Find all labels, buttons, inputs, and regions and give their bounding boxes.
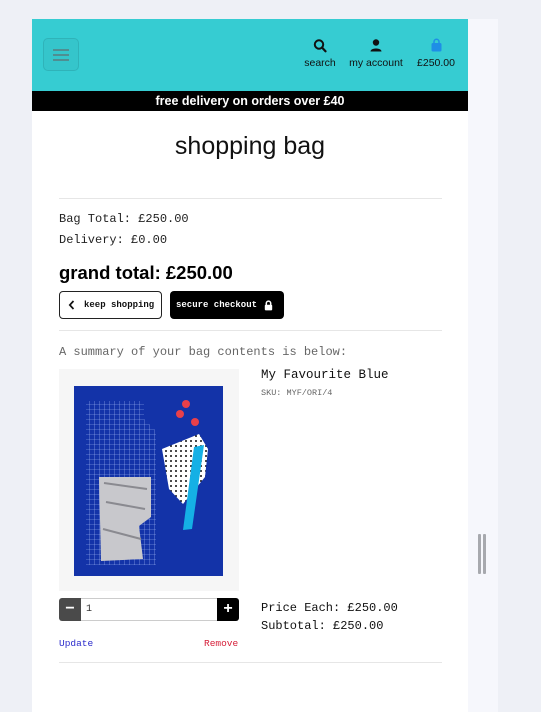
bag-summary-text: A summary of your bag contents is below: [59,345,348,359]
grand-total: grand total: £250.00 [59,262,233,283]
bag-totals: Bag Total: £250.00 Delivery: £0.00 [59,209,189,251]
quantity-stepper: − 1 + [59,598,239,621]
divider [59,662,442,663]
secure-checkout-button[interactable]: secure checkout [170,291,284,319]
update-link[interactable]: Update [59,638,93,649]
remove-link[interactable]: Remove [204,638,238,649]
product-sku: SKU: MYF/ORI/4 [261,388,333,398]
keep-shopping-label: keep shopping [84,300,155,310]
product-name: My Favourite Blue [261,368,389,382]
search-link[interactable]: search [304,38,336,69]
search-label: search [304,57,336,69]
product-image[interactable] [59,369,239,591]
right-pane [468,19,498,712]
resize-handle[interactable] [478,534,487,574]
delivery-banner: free delivery on orders over £40 [32,91,468,111]
keep-shopping-button[interactable]: keep shopping [59,291,162,319]
my-account-label: my account [349,57,403,69]
price-each-text: Price Each: £250.00 [261,601,398,615]
my-account-link[interactable]: my account [347,38,405,69]
item-pricing: Price Each: £250.00 Subtotal: £250.00 [261,599,398,635]
increase-quantity-button[interactable]: + [217,598,239,621]
quantity-input[interactable]: 1 [81,598,217,621]
page: search my account £250.00 free delivery … [32,19,468,712]
page-title: shopping bag [174,132,326,160]
shopping-bag-icon [431,38,441,52]
chevron-left-icon [68,300,75,310]
user-icon [370,39,382,52]
divider [59,330,442,331]
lock-icon [264,299,273,311]
site-header: search my account £250.00 [32,19,468,91]
decrease-quantity-button[interactable]: − [59,598,81,621]
bag-total-label: £250.00 [417,57,455,69]
plus-icon: + [223,600,233,617]
minus-icon: − [65,600,75,617]
menu-toggle-button[interactable] [43,38,79,71]
search-icon [313,39,327,53]
shopping-bag-link[interactable]: £250.00 [415,38,457,69]
divider [59,198,442,199]
secure-checkout-label: secure checkout [176,300,258,310]
delivery-text: Delivery: £0.00 [59,233,168,247]
subtotal-text: Subtotal: £250.00 [261,619,384,633]
bag-total-text: Bag Total: £250.00 [59,212,189,226]
